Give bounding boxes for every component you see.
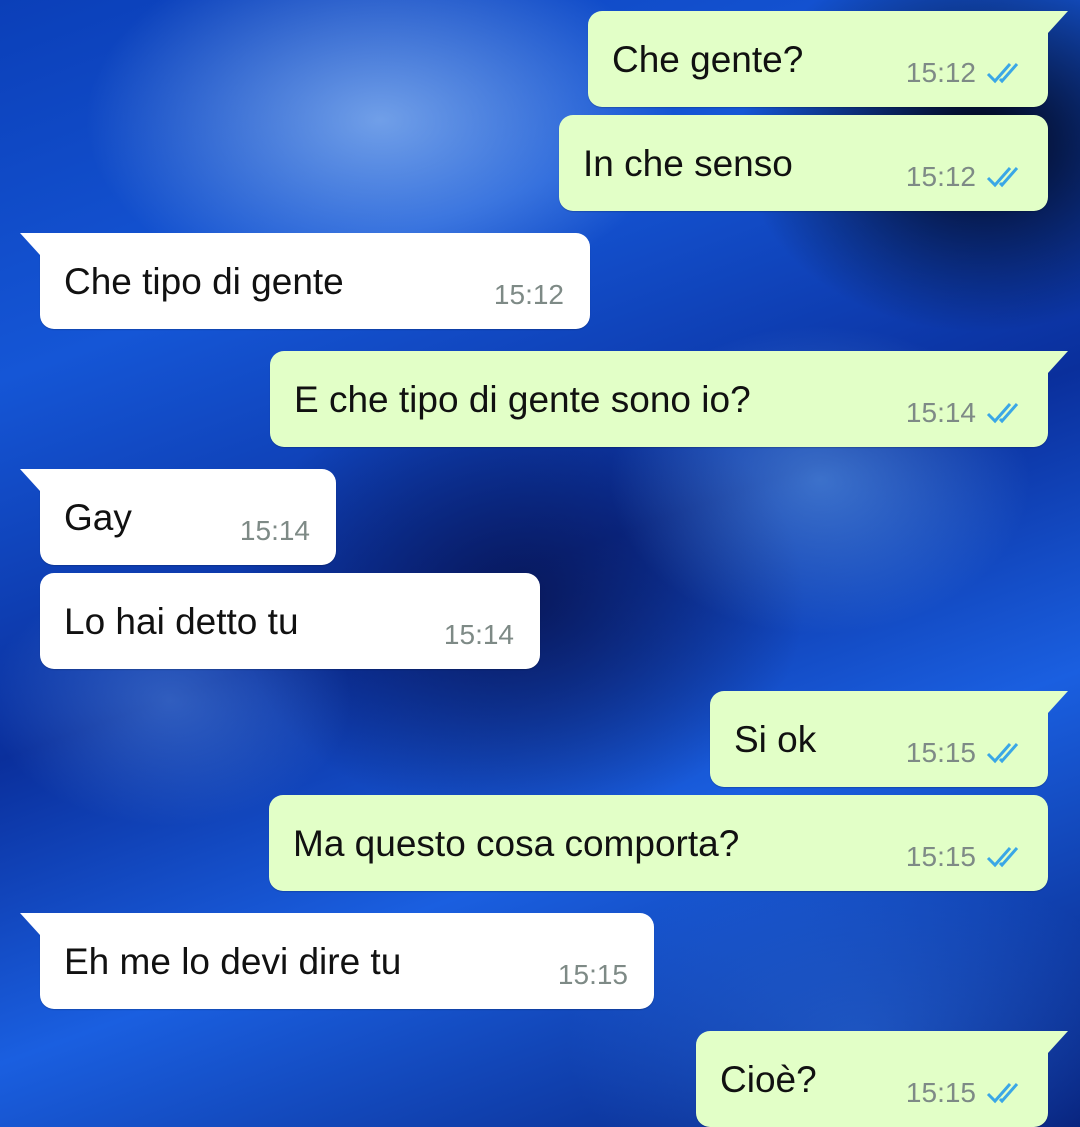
message-text: Che gente? [612, 39, 804, 80]
message-time: 15:12 [905, 57, 976, 88]
message-text: Lo hai detto tu [64, 601, 299, 642]
message-text: Gay [64, 497, 132, 538]
message-bubble-outgoing[interactable]: Ma questo cosa comporta? 15:15 [269, 795, 1048, 891]
message-meta: 15:14 [906, 399, 1026, 427]
double-check-read-icon [986, 743, 1019, 764]
message-bubble-outgoing[interactable]: E che tipo di gente sono io? 15:14 [270, 351, 1068, 447]
message-bubble-incoming[interactable]: Lo hai detto tu 15:14 [40, 573, 540, 669]
message-time: 15:15 [905, 1077, 976, 1108]
double-check-read-icon [986, 63, 1019, 84]
double-check-read-icon [986, 403, 1019, 424]
message-text: E che tipo di gente sono io? [294, 379, 751, 420]
message-text: Si ok [734, 719, 817, 760]
message-bubble-outgoing[interactable]: Che gente? 15:12 [588, 11, 1068, 107]
double-check-read-icon [986, 1083, 1019, 1104]
message-time: 15:15 [905, 737, 976, 768]
message-time: 15:15 [905, 841, 976, 872]
message-time: 15:14 [905, 397, 976, 428]
message-bubble-outgoing[interactable]: Cioè? 15:15 [696, 1031, 1068, 1127]
message-time: 15:14 [239, 515, 310, 546]
message-time: 15:15 [557, 959, 628, 990]
message-bubble-incoming[interactable]: Eh me lo devi dire tu 15:15 [20, 913, 654, 1009]
message-time: 15:12 [905, 161, 976, 192]
double-check-read-icon [986, 847, 1019, 868]
message-meta: 15:14 [444, 621, 514, 649]
message-meta: 15:15 [906, 843, 1026, 871]
message-meta: 15:15 [906, 739, 1026, 767]
message-meta: 15:15 [558, 961, 628, 989]
message-meta: 15:12 [906, 163, 1026, 191]
message-bubble-incoming[interactable]: Che tipo di gente 15:12 [20, 233, 590, 329]
message-time: 15:12 [493, 279, 564, 310]
message-bubble-outgoing[interactable]: In che senso 15:12 [559, 115, 1048, 211]
message-meta: 15:15 [906, 1079, 1026, 1107]
message-meta: 15:12 [494, 281, 564, 309]
message-text: Ma questo cosa comporta? [293, 823, 740, 864]
message-text: Cioè? [720, 1059, 817, 1100]
message-meta: 15:14 [240, 517, 310, 545]
message-text: Che tipo di gente [64, 261, 344, 302]
double-check-read-icon [986, 167, 1019, 188]
message-text: In che senso [583, 143, 793, 184]
message-bubble-outgoing[interactable]: Si ok 15:15 [710, 691, 1068, 787]
message-time: 15:14 [443, 619, 514, 650]
message-meta: 15:12 [906, 59, 1026, 87]
message-text: Eh me lo devi dire tu [64, 941, 402, 982]
message-bubble-incoming[interactable]: Gay 15:14 [20, 469, 336, 565]
